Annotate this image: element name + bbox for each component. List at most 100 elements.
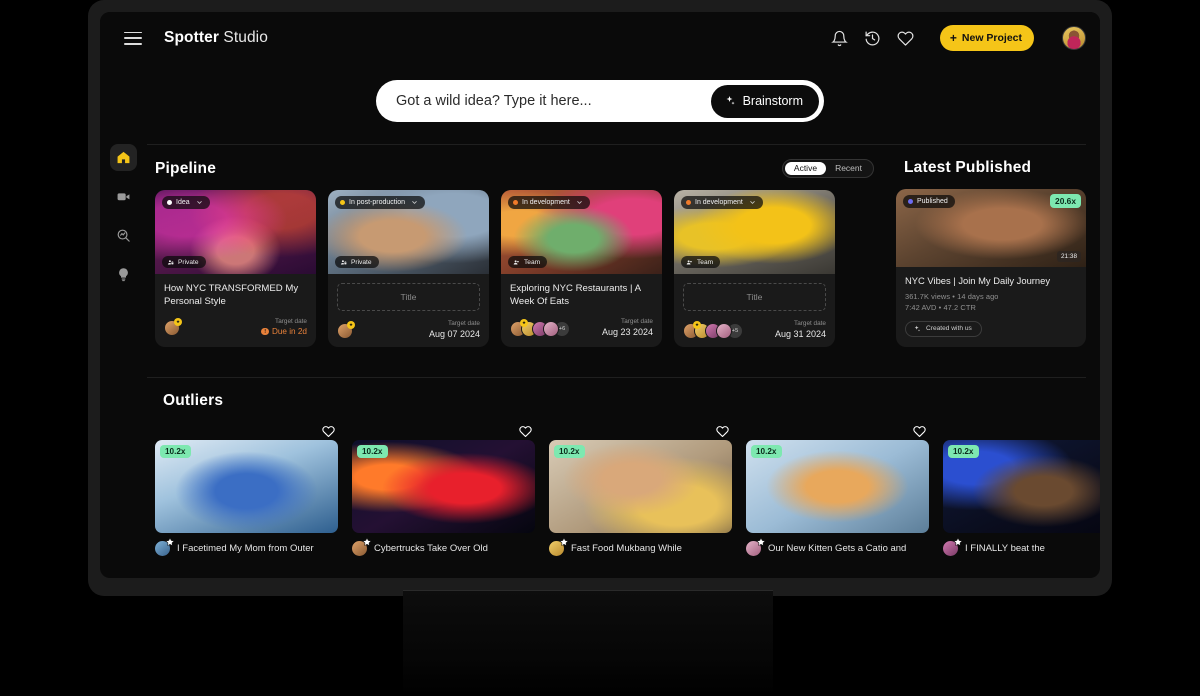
pipeline-card-title-placeholder[interactable]: Title	[337, 283, 480, 311]
outlier-title: I Facetimed My Mom from Outer	[177, 543, 314, 554]
outlier-thumbnail: 10.2x	[155, 440, 338, 533]
sidebar	[100, 144, 147, 578]
avatar	[543, 321, 559, 337]
visibility-label: Private	[178, 259, 199, 266]
lightbulb-icon	[116, 267, 131, 282]
header-icons: + New Project	[831, 25, 1086, 51]
status-dot	[686, 200, 691, 205]
pipeline-status-chip[interactable]: Idea	[162, 196, 210, 209]
toggle-option-active[interactable]: Active	[785, 162, 826, 175]
outlier-thumbnail: 10.2x	[943, 440, 1100, 533]
sidebar-item-ideas[interactable]	[110, 261, 137, 288]
outliers-section: Outliers 10.2x I Facetimed My Mom from O…	[147, 378, 1086, 556]
heart-icon[interactable]	[897, 30, 914, 47]
outliers-title: Outliers	[163, 392, 223, 410]
created-with-us-label: Created with us	[926, 325, 972, 332]
pipeline-status-chip[interactable]: In development	[508, 196, 590, 209]
outlier-thumbnail: 10.2x	[549, 440, 732, 533]
outlier-title: Our New Kitten Gets a Catio and	[768, 543, 906, 554]
outlier-card[interactable]: 10.2x Our New Kitten Gets a Catio and	[746, 422, 929, 556]
hamburger-menu-icon[interactable]	[124, 32, 142, 45]
pipeline-filter-toggle: Active Recent	[782, 159, 874, 178]
target-date-value: !Due in 2d	[261, 327, 307, 336]
avatar[interactable]	[1062, 26, 1086, 50]
favorite-heart-icon[interactable]	[322, 425, 335, 438]
published-stat-avd-ctr: 7:42 AVD • 47.2 CTR	[905, 303, 1077, 312]
published-card[interactable]: Published 20.6x 21:38 NYC Vibes | Join M…	[896, 189, 1086, 347]
pipeline-card[interactable]: In development Team Title ★+5 Target dat…	[674, 190, 835, 347]
target-date-label: Target date	[261, 318, 307, 325]
pipeline-card[interactable]: In development Team Exploring NYC Restau…	[501, 190, 662, 347]
pipeline-card-title: Exploring NYC Restaurants | A Week Of Ea…	[510, 283, 653, 309]
sidebar-item-video[interactable]	[110, 183, 137, 210]
channel-avatar	[155, 541, 170, 556]
search-pill: Brainstorm	[376, 80, 824, 122]
bell-icon[interactable]	[831, 30, 848, 47]
pipeline-status-chip[interactable]: In development	[681, 196, 763, 209]
outlier-card[interactable]: 10.2x I Facetimed My Mom from Outer	[155, 422, 338, 556]
pipeline-section: Pipeline Active Recent Idea	[147, 145, 874, 347]
pipeline-status-label: In post-production	[349, 199, 405, 206]
favorite-heart-icon[interactable]	[519, 425, 532, 438]
outlier-card[interactable]: 10.2x Cybertrucks Take Over Old	[352, 422, 535, 556]
sidebar-item-research[interactable]	[110, 222, 137, 249]
target-date-label: Target date	[429, 320, 480, 327]
target-date-label: Target date	[775, 320, 826, 327]
video-camera-icon	[116, 189, 131, 204]
search-analytics-icon	[116, 228, 131, 243]
plus-icon: +	[950, 32, 957, 44]
outlier-multiplier-badge: 10.2x	[948, 445, 979, 458]
favorite-heart-icon[interactable]	[913, 425, 926, 438]
target-date-block: Target date !Due in 2d	[261, 318, 307, 336]
chevron-down-icon	[576, 199, 583, 206]
visibility-chip: Team	[681, 256, 720, 268]
favorite-heart-icon[interactable]	[716, 425, 729, 438]
target-date-block: Target date Aug 07 2024	[429, 320, 480, 339]
pipeline-title: Pipeline	[155, 160, 216, 178]
sparkle-icon	[724, 95, 736, 107]
warning-icon: !	[261, 328, 269, 336]
new-project-button[interactable]: + New Project	[940, 25, 1034, 51]
assignee-avatars: ★+6	[510, 321, 570, 337]
search-input[interactable]	[396, 93, 711, 109]
avatar: ★	[337, 323, 353, 339]
target-date-block: Target date Aug 31 2024	[775, 320, 826, 339]
pipeline-card-row: Idea Private How NYC TRANSFORMED My Pers…	[147, 190, 874, 347]
team-icon	[513, 259, 520, 266]
created-with-us-chip: Created with us	[905, 321, 982, 337]
pipeline-card[interactable]: In post-production Private Title ★ Targe…	[328, 190, 489, 347]
brainstorm-button[interactable]: Brainstorm	[711, 85, 819, 118]
outlier-multiplier-badge: 10.2x	[160, 445, 191, 458]
pipeline-status-label: In development	[695, 199, 743, 206]
pipeline-card-title-placeholder[interactable]: Title	[683, 283, 826, 311]
lock-person-icon	[340, 259, 347, 266]
visibility-chip: Team	[508, 256, 547, 268]
published-thumbnail: Published 20.6x 21:38	[896, 189, 1086, 267]
pipeline-status-chip[interactable]: In post-production	[335, 196, 425, 209]
latest-published-title: Latest Published	[904, 159, 1031, 177]
history-icon[interactable]	[864, 30, 881, 47]
monitor-mockup: Spotter Studio + New Pr	[88, 0, 1112, 596]
visibility-label: Team	[524, 259, 540, 266]
outlier-thumbnail: 10.2x	[352, 440, 535, 533]
brand-logo: Spotter Studio	[164, 29, 268, 47]
screen: Spotter Studio + New Pr	[100, 12, 1100, 578]
sidebar-item-home[interactable]	[110, 144, 137, 171]
pipeline-card-thumbnail: In development Team	[674, 190, 835, 274]
published-status-chip: Published	[903, 195, 955, 208]
outlier-multiplier-badge: 10.2x	[751, 445, 782, 458]
outlier-card[interactable]: 10.2x Fast Food Mukbang While	[549, 422, 732, 556]
brand-name-bold: Spotter	[164, 29, 219, 46]
assignee-avatars: ★+5	[683, 323, 743, 339]
brainstorm-search-row: Brainstorm	[100, 64, 1100, 144]
app-header: Spotter Studio + New Pr	[100, 12, 1100, 64]
visibility-chip: Private	[162, 256, 206, 268]
published-stat-views: 361.7K views • 14 days ago	[905, 292, 1077, 301]
outlier-card[interactable]: 10.2x I FINALLY beat the	[943, 422, 1100, 556]
multiplier-badge: 20.6x	[1050, 194, 1081, 208]
target-date-label: Target date	[602, 318, 653, 325]
toggle-option-recent[interactable]: Recent	[826, 162, 871, 175]
visibility-label: Private	[351, 259, 372, 266]
pipeline-card[interactable]: Idea Private How NYC TRANSFORMED My Pers…	[155, 190, 316, 347]
star-icon	[953, 537, 963, 547]
